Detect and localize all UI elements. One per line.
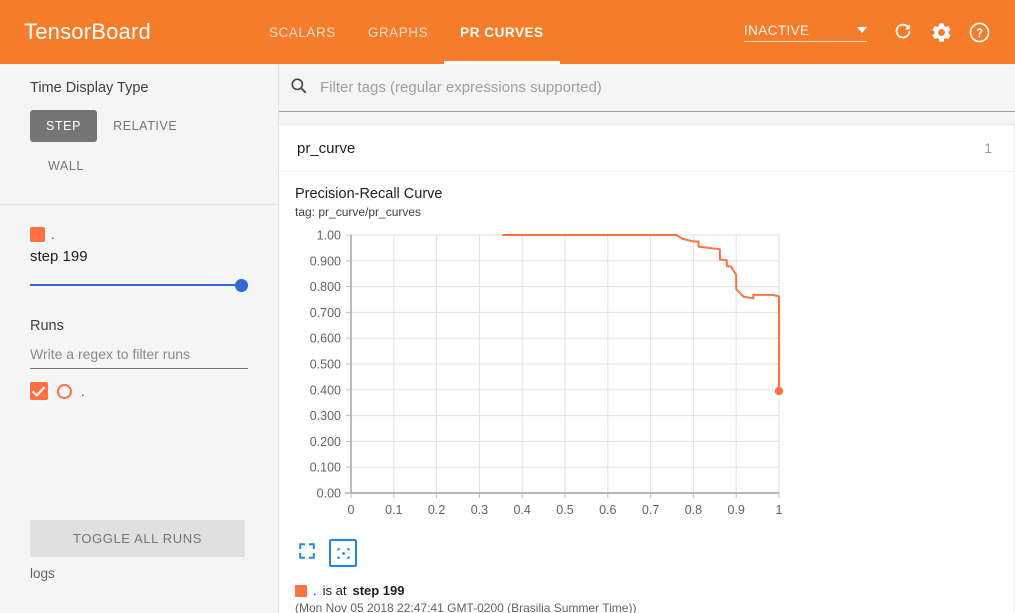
- app-header: TensorBoard SCALARS GRAPHS PR CURVES INA…: [0, 0, 1015, 64]
- settings-gear-icon[interactable]: [925, 16, 957, 48]
- chart-action-buttons: [295, 539, 1014, 567]
- tag-group-count: 1: [984, 140, 992, 156]
- main-content: pr_curve 1 Precision-Recall Curve tag: p…: [279, 64, 1015, 613]
- step-run-swatch-line: .: [30, 227, 248, 242]
- logdir-label: logs: [30, 566, 55, 581]
- step-slider-track: [30, 284, 248, 286]
- nav-tabs: SCALARS GRAPHS PR CURVES: [253, 0, 561, 64]
- search-icon: [289, 76, 308, 100]
- chart-container: Precision-Recall Curve tag: pr_curve/pr_…: [279, 172, 1014, 613]
- svg-text:0.700: 0.700: [310, 306, 341, 320]
- tab-scalars[interactable]: SCALARS: [253, 0, 352, 64]
- time-option-step[interactable]: STEP: [30, 110, 98, 142]
- tag-filter-input[interactable]: [318, 78, 1003, 97]
- pr-curve-plot[interactable]: 1.00 0.900 0.800 0.700 0.600 0.500 0.400 0.300 0…: [295, 229, 795, 529]
- time-option-relative[interactable]: RELATIVE: [97, 110, 193, 142]
- header-actions: INACTIVE: [744, 16, 999, 48]
- tab-pr-curves[interactable]: PR CURVES: [444, 0, 561, 64]
- chevron-down-icon: [857, 27, 867, 33]
- svg-text:0.3: 0.3: [471, 503, 488, 517]
- step-slider[interactable]: [30, 278, 248, 292]
- run-status-dropdown[interactable]: INACTIVE: [744, 23, 867, 42]
- run-list-item[interactable]: .: [0, 369, 278, 400]
- fit-domain-icon[interactable]: [329, 539, 357, 567]
- legend-timestamp: (Mon Nov 05 2018 22:47:41 GMT-0200 (Bras…: [295, 601, 637, 613]
- time-display-toggle-row-2: WALL: [30, 150, 278, 182]
- legend-is-at-text: is at: [322, 583, 347, 598]
- time-option-wall[interactable]: WALL: [30, 150, 100, 182]
- chart-subtitle: tag: pr_curve/pr_curves: [295, 205, 422, 219]
- svg-text:0.00: 0.00: [317, 487, 341, 501]
- runs-section-title: Runs: [30, 318, 64, 334]
- run-status-value: INACTIVE: [744, 22, 810, 38]
- app-brand: TensorBoard: [24, 19, 151, 44]
- svg-text:0.1: 0.1: [385, 503, 402, 517]
- svg-text:0.9: 0.9: [728, 503, 745, 517]
- legend-run-line: . is at step 199: [295, 583, 1014, 598]
- run-color-swatch: [30, 227, 45, 242]
- svg-text:0.800: 0.800: [310, 280, 341, 294]
- step-slider-section: . step 199: [0, 205, 278, 292]
- svg-text:0.5: 0.5: [556, 503, 573, 517]
- svg-text:0.4: 0.4: [514, 503, 531, 517]
- time-display-title: Time Display Type: [30, 80, 149, 96]
- help-circle-icon[interactable]: [963, 16, 995, 48]
- time-display-toggle-row-1: STEP RELATIVE: [30, 110, 278, 142]
- svg-text:0.100: 0.100: [310, 461, 341, 475]
- legend-run-label: .: [313, 583, 317, 598]
- sidebar: Time Display Type STEP RELATIVE WALL . s…: [0, 64, 279, 613]
- svg-text:0.8: 0.8: [685, 503, 702, 517]
- time-display-section: Time Display Type: [0, 80, 278, 96]
- step-value-label: step 199: [30, 248, 88, 265]
- svg-text:1.00: 1.00: [317, 229, 341, 243]
- svg-text:0.400: 0.400: [310, 383, 341, 397]
- svg-text:0.300: 0.300: [310, 409, 341, 423]
- toggle-all-runs-button[interactable]: TOGGLE ALL RUNS: [30, 520, 245, 557]
- pr-curve-svg: 1.00 0.900 0.800 0.700 0.600 0.500 0.400 0.300 0…: [310, 229, 784, 517]
- legend-color-swatch: [295, 584, 307, 597]
- svg-text:0.200: 0.200: [310, 435, 341, 449]
- svg-text:0.500: 0.500: [310, 358, 341, 372]
- step-slider-knob[interactable]: [235, 279, 248, 292]
- tensorboard-app: TensorBoard SCALARS GRAPHS PR CURVES INA…: [0, 0, 1015, 613]
- app-body: Time Display Type STEP RELATIVE WALL . s…: [0, 64, 1015, 613]
- svg-text:0.600: 0.600: [310, 332, 341, 346]
- run-swatch-label: .: [51, 227, 55, 242]
- chart-legend: . is at step 199 (Mon Nov 05 2018 22:47:…: [295, 583, 1014, 613]
- chart-title: Precision-Recall Curve: [295, 186, 443, 202]
- tab-graphs[interactable]: GRAPHS: [352, 0, 444, 64]
- expand-fullscreen-icon[interactable]: [295, 539, 319, 563]
- runs-regex-input[interactable]: [30, 346, 248, 369]
- run-radio-circle-icon[interactable]: [57, 383, 72, 399]
- run-item-label: .: [81, 383, 85, 399]
- tag-filter-bar: [279, 64, 1015, 112]
- svg-text:0.2: 0.2: [428, 503, 445, 517]
- runs-regex-wrap: [0, 334, 278, 369]
- svg-text:0.6: 0.6: [599, 503, 616, 517]
- tag-group-header[interactable]: pr_curve 1: [279, 125, 1014, 172]
- tag-group-name: pr_curve: [297, 139, 356, 157]
- svg-text:0.7: 0.7: [642, 503, 659, 517]
- svg-text:1: 1: [776, 503, 783, 517]
- run-checkbox-checked-icon[interactable]: [30, 382, 48, 400]
- tag-group-card: pr_curve 1 Precision-Recall Curve tag: p…: [279, 124, 1015, 613]
- svg-text:0.900: 0.900: [310, 254, 341, 268]
- reload-icon[interactable]: [887, 16, 919, 48]
- legend-step-value: step 199: [352, 583, 405, 598]
- svg-text:0: 0: [348, 503, 355, 517]
